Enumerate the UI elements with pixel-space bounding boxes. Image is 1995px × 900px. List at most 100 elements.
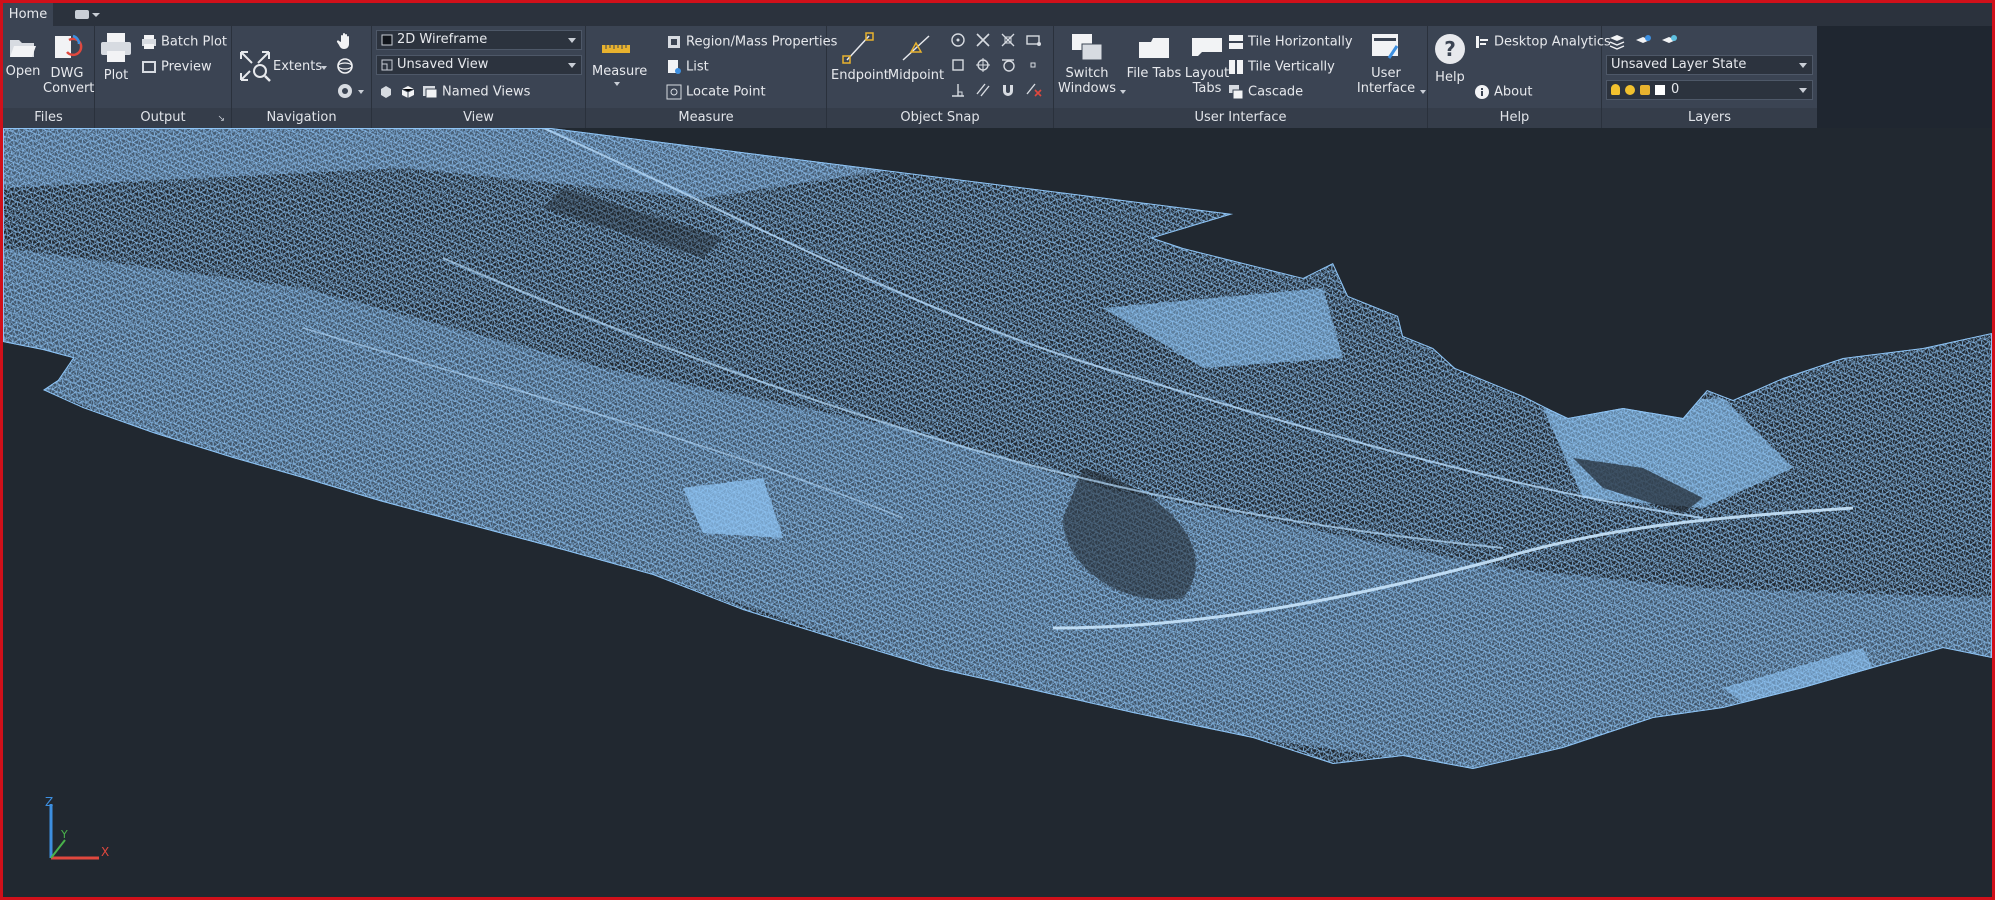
midpoint-label: Midpoint	[887, 68, 945, 83]
preview-button[interactable]: Preview	[141, 59, 212, 75]
tile-horizontally-label: Tile Horizontally	[1248, 34, 1353, 50]
midpoint-snap-button[interactable]: Midpoint	[887, 32, 945, 83]
switch-windows-caret-icon[interactable]	[1120, 90, 1126, 94]
snap-settings-icon[interactable]	[1025, 32, 1043, 48]
layer-unisolate-icon[interactable]	[1660, 34, 1678, 50]
dialog-launcher-icon[interactable]: ↘	[217, 109, 225, 129]
switch-windows-label-1: Switch	[1065, 66, 1109, 81]
panel-navigation: Extents Navigation	[232, 26, 372, 128]
ucs-y-label: Y	[60, 828, 68, 841]
analytics-icon	[1476, 36, 1488, 48]
list-button[interactable]: List	[666, 59, 709, 75]
layout-tabs-button[interactable]: Layout Tabs	[1182, 32, 1232, 96]
named-views-icon	[423, 86, 438, 99]
node-snap-icon[interactable]	[950, 57, 966, 73]
locate-point-button[interactable]: Locate Point	[666, 84, 766, 100]
preview-icon	[142, 61, 156, 73]
current-layer-value: 0	[1671, 82, 1680, 97]
insertion-snap-icon[interactable]	[1025, 57, 1041, 73]
region-mass-icon	[668, 36, 680, 48]
ucs-axes-icon: Z Y X	[45, 795, 109, 860]
layer-isolate-icon[interactable]	[1634, 34, 1652, 50]
help-button[interactable]: ? Help	[1430, 32, 1470, 85]
list-icon	[668, 60, 681, 74]
region-mass-button[interactable]: Region/Mass Properties	[666, 34, 837, 50]
extents-caret-icon[interactable]	[321, 66, 327, 70]
region-mass-label: Region/Mass Properties	[686, 34, 838, 50]
clear-snaps-icon[interactable]	[1025, 82, 1043, 98]
ribbon-tab-strip: Home	[3, 3, 1992, 26]
drawing-viewport[interactable]: Z Y X	[3, 128, 1992, 897]
file-tabs-icon	[1139, 38, 1169, 58]
endpoint-icon	[842, 32, 874, 64]
panel-measure: Measure Region/Mass Properties List Loca…	[586, 26, 837, 128]
measure-caret-icon[interactable]	[614, 82, 620, 86]
open-button[interactable]: Open	[5, 34, 41, 79]
center-snap-icon[interactable]	[950, 32, 966, 48]
dwg-convert-label-1: DWG	[50, 66, 84, 81]
tab-overflow-dropdown[interactable]	[75, 7, 111, 22]
printer-icon	[101, 33, 131, 62]
ucs-x-label: X	[101, 845, 109, 859]
pan-hand-icon[interactable]	[336, 32, 354, 50]
dwg-convert-label-2: Convert	[43, 81, 95, 96]
panel-title-files: Files	[3, 108, 94, 128]
desktop-analytics-button[interactable]: Desktop Analytics	[1474, 34, 1611, 50]
measure-label: Measure	[592, 64, 648, 79]
layer-properties-icon[interactable]	[1608, 34, 1626, 50]
saved-view-dropdown[interactable]: Unsaved View	[376, 55, 582, 75]
cascade-button[interactable]: Cascade	[1228, 84, 1303, 100]
about-label: About	[1494, 84, 1533, 100]
tangent-snap-icon[interactable]	[1000, 57, 1016, 73]
saved-view-value: Unsaved View	[397, 57, 489, 72]
tile-vertically-button[interactable]: Tile Vertically	[1228, 59, 1335, 75]
plot-button[interactable]: Plot	[99, 32, 133, 83]
batch-plot-button[interactable]: Batch Plot	[141, 34, 227, 50]
list-label: List	[686, 59, 709, 75]
apparent-intersection-icon[interactable]	[1000, 32, 1016, 48]
switch-windows-icon	[1072, 34, 1103, 61]
ribbon: Open DWG Convert Files Plot Batch Plot P…	[3, 26, 1817, 128]
steering-wheel-icon[interactable]	[336, 82, 354, 100]
terrain-wireframe-mesh	[3, 128, 1992, 769]
switch-windows-button[interactable]: Switch Windows	[1058, 32, 1116, 96]
current-layer-dropdown[interactable]: 0	[1606, 80, 1813, 100]
file-tabs-label: File Tabs	[1126, 66, 1182, 81]
dwg-convert-button[interactable]: DWG Convert	[43, 34, 95, 96]
parallel-snap-icon[interactable]	[975, 82, 991, 98]
dwg-convert-icon	[55, 34, 83, 58]
cascade-icon	[1229, 85, 1244, 100]
perpendicular-snap-icon[interactable]	[950, 82, 966, 98]
visual-style-dropdown[interactable]: 2D Wireframe	[376, 30, 582, 50]
extents-dropdown[interactable]: Extents	[273, 59, 322, 74]
intersection-snap-icon[interactable]	[975, 32, 991, 48]
file-tabs-button[interactable]: File Tabs	[1126, 32, 1182, 81]
navigation-caret-icon[interactable]	[358, 90, 364, 94]
wireframe-icon	[381, 34, 393, 45]
about-button[interactable]: About	[1474, 84, 1532, 100]
user-interface-caret-icon[interactable]	[1420, 90, 1426, 94]
zoom-extents-icon	[240, 51, 271, 82]
measure-button[interactable]: Measure	[592, 38, 648, 86]
box-icon[interactable]	[400, 84, 416, 100]
endpoint-snap-button[interactable]: Endpoint	[831, 32, 889, 83]
quadrant-snap-icon[interactable]	[975, 57, 991, 73]
view-cube-icon[interactable]	[378, 84, 394, 100]
layer-state-dropdown[interactable]: Unsaved Layer State	[1606, 55, 1813, 75]
batch-plot-label: Batch Plot	[161, 34, 228, 50]
tab-home[interactable]: Home	[3, 3, 53, 26]
named-views-button[interactable]: Named Views	[422, 84, 530, 100]
panel-output: Plot Batch Plot Preview Output ↘	[95, 26, 232, 128]
orbit-icon[interactable]	[336, 57, 354, 75]
locate-point-icon	[666, 84, 682, 100]
magnet-snap-icon[interactable]	[1000, 82, 1016, 98]
midpoint-icon	[902, 35, 930, 61]
tile-horizontally-button[interactable]: Tile Horizontally	[1228, 34, 1353, 50]
user-interface-button[interactable]: User Interface	[1356, 32, 1416, 96]
panel-title-object-snap: Object Snap	[827, 108, 1053, 128]
visual-style-value: 2D Wireframe	[397, 32, 488, 47]
panel-user-interface: Switch Windows File Tabs Layout Tabs Til…	[1054, 26, 1428, 128]
chevron-down-icon	[92, 12, 100, 17]
user-interface-label-2: Interface	[1356, 81, 1416, 96]
panel-view: 2D Wireframe Unsaved View Named Views Vi…	[372, 26, 586, 128]
